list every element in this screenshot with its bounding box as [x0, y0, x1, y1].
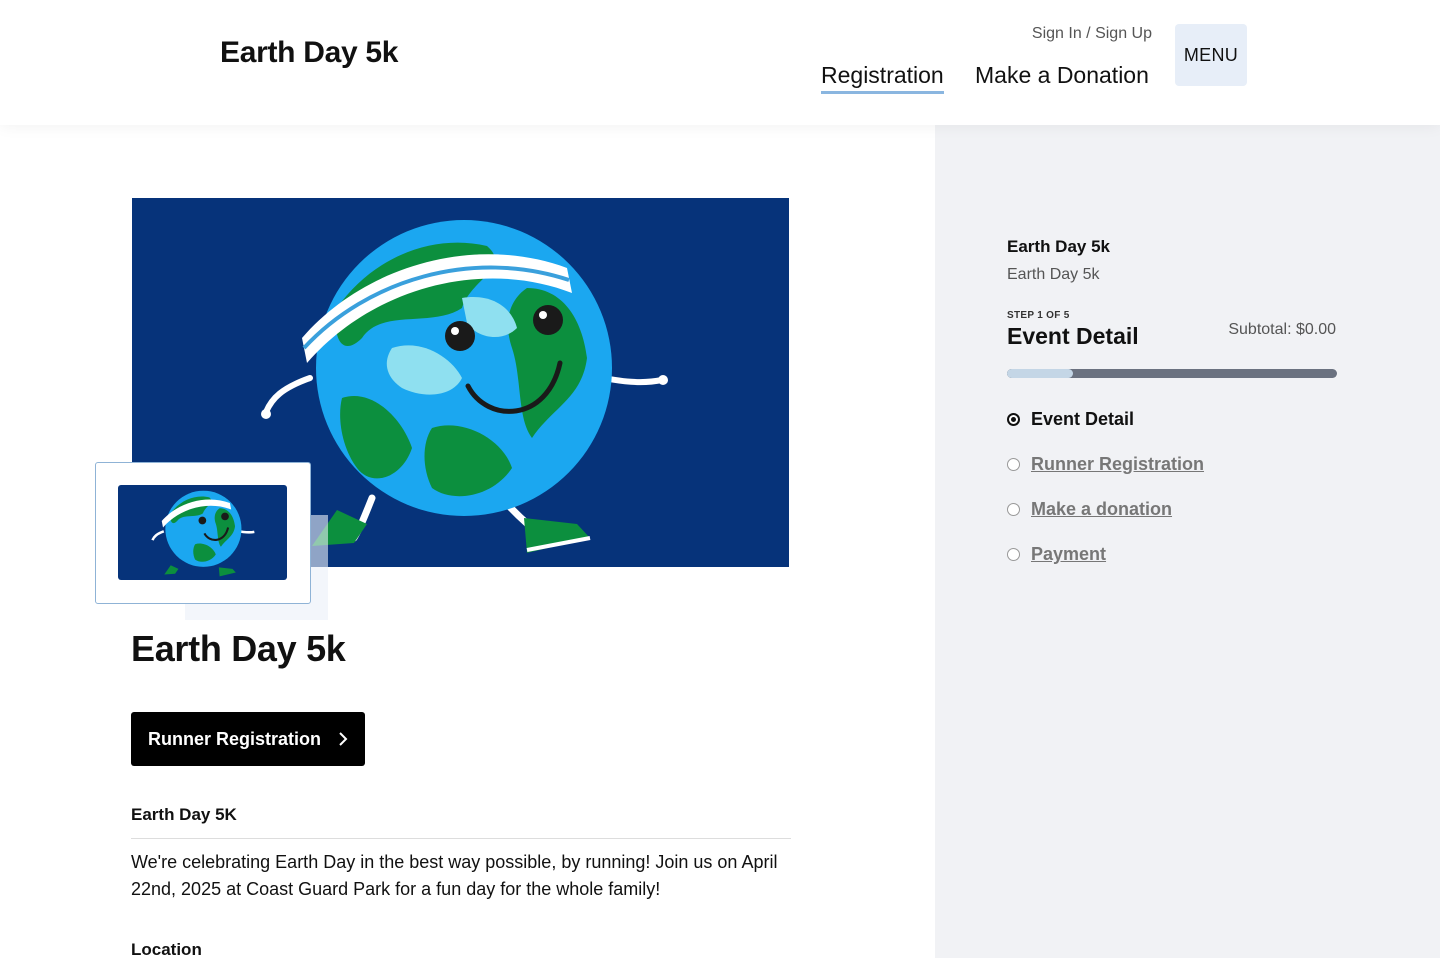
runner-registration-button[interactable]: Runner Registration: [131, 712, 365, 766]
step-item[interactable]: Event Detail: [1007, 397, 1204, 442]
event-title: Earth Day 5k: [131, 628, 346, 669]
nav-registration[interactable]: Registration: [821, 62, 944, 94]
progress-bar: [1007, 369, 1337, 378]
step-label[interactable]: Make a donation: [1031, 499, 1172, 520]
step-radio-icon: [1007, 503, 1020, 516]
progress-fill: [1007, 369, 1073, 378]
sidebar-event-name: Earth Day 5k: [1007, 237, 1110, 256]
event-thumbnail[interactable]: [95, 462, 311, 604]
step-radio-icon: [1007, 458, 1020, 471]
step-radio-icon: [1007, 548, 1020, 561]
step-item[interactable]: Payment: [1007, 532, 1204, 577]
chevron-right-icon: [339, 732, 348, 746]
location-heading: Location: [131, 940, 202, 958]
step-radio-icon: [1007, 413, 1020, 426]
subtotal: Subtotal: $0.00: [1228, 321, 1336, 338]
step-title: Event Detail: [1007, 323, 1139, 349]
sign-in-link[interactable]: Sign In / Sign Up: [1032, 25, 1152, 43]
event-description: We're celebrating Earth Day in the best …: [131, 852, 778, 899]
step-label[interactable]: Runner Registration: [1031, 454, 1204, 475]
site-title[interactable]: Earth Day 5k: [220, 36, 398, 70]
thumbnail-image: [118, 485, 287, 580]
nav-make-donation[interactable]: Make a Donation: [975, 62, 1149, 89]
sidebar-event-subtitle: Earth Day 5k: [1007, 266, 1100, 283]
step-label[interactable]: Payment: [1031, 544, 1106, 565]
divider: [131, 838, 791, 839]
description-heading: Earth Day 5K: [131, 805, 237, 824]
step-item[interactable]: Runner Registration: [1007, 442, 1204, 487]
registration-sidebar: Earth Day 5k Earth Day 5k STEP 1 OF 5 Ev…: [935, 125, 1440, 958]
step-list: Event Detail Runner Registration Make a do…: [1007, 397, 1204, 577]
step-indicator: STEP 1 OF 5: [1007, 310, 1070, 321]
site-header: Earth Day 5k Sign In / Sign Up Registrat…: [0, 0, 1440, 125]
earth-mascot-thumbnail: [151, 490, 255, 577]
step-label: Event Detail: [1031, 409, 1135, 429]
runner-registration-label: Runner Registration: [148, 728, 322, 749]
step-item[interactable]: Make a donation: [1007, 487, 1204, 532]
menu-button[interactable]: MENU: [1175, 24, 1247, 86]
